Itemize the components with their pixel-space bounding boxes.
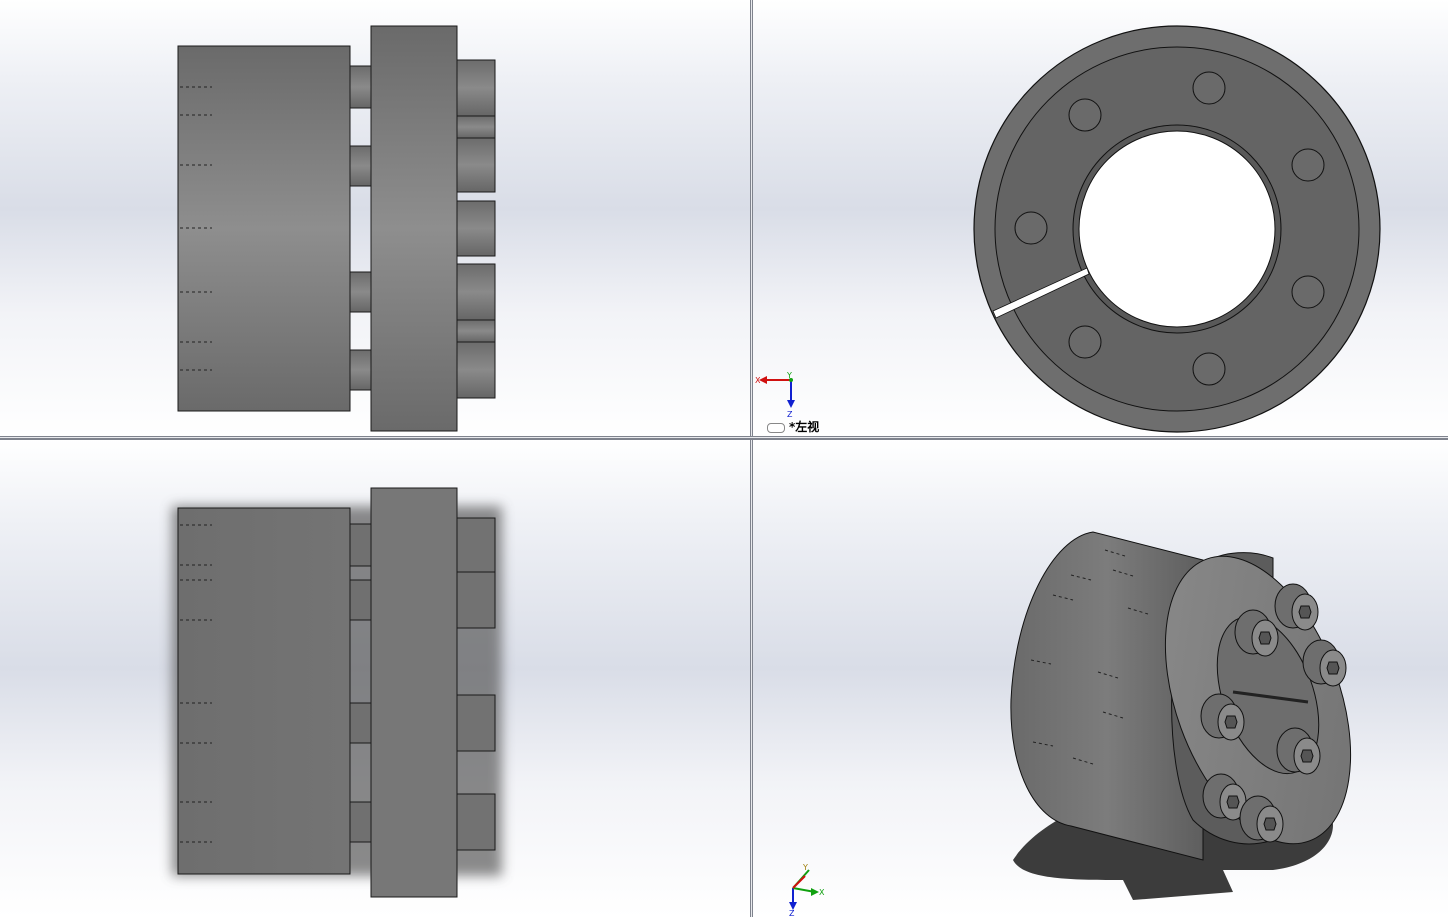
isometric-viewport[interactable]: Y X Z [753, 440, 1448, 917]
left-viewport[interactable]: X Y Z *左视 [753, 0, 1448, 436]
front-view-canvas[interactable] [0, 0, 750, 436]
front-viewport[interactable] [0, 0, 750, 436]
top-viewport[interactable] [0, 440, 750, 917]
view-name-label: *左视 [767, 418, 819, 435]
triad-x-label: X [755, 376, 761, 385]
view-name-text: *左视 [789, 420, 820, 434]
viewport-vertical-splitter[interactable] [750, 0, 753, 917]
hub-body[interactable] [177, 507, 351, 875]
bolt-heads[interactable] [456, 59, 496, 399]
reference-triad: X Y Z [755, 371, 795, 419]
link-view-icon[interactable] [767, 422, 785, 433]
inner-sleeve[interactable] [349, 65, 372, 391]
left-view-canvas[interactable]: X Y Z [753, 0, 1448, 436]
bolt[interactable] [1274, 583, 1319, 631]
hub-body[interactable] [177, 45, 351, 412]
reference-triad: Y X Z [789, 863, 825, 917]
triad-z-label: Z [789, 909, 795, 917]
flange[interactable] [370, 25, 458, 432]
triad-y-label: Y [786, 371, 792, 380]
viewport-horizontal-splitter[interactable] [0, 436, 1448, 440]
top-view-canvas[interactable] [0, 440, 750, 917]
triad-x-label: X [819, 888, 825, 897]
flange[interactable] [370, 487, 458, 898]
isometric-view-canvas[interactable]: Y X Z [753, 440, 1448, 917]
bolt[interactable] [1302, 639, 1347, 687]
triad-y-label: Y [802, 863, 808, 872]
